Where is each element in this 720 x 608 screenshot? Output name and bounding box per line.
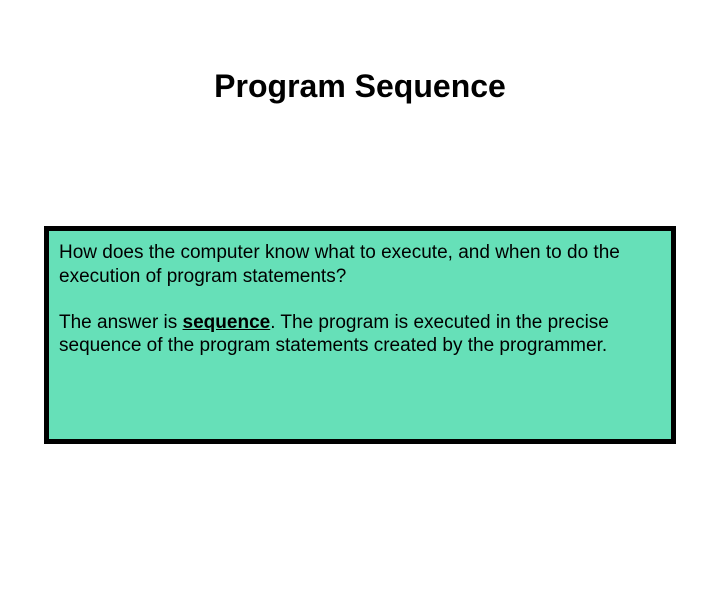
slide-title: Program Sequence [0,68,720,105]
answer-text-part1: The answer is [59,312,183,333]
question-paragraph: How does the computer know what to execu… [59,241,661,289]
content-box: How does the computer know what to execu… [44,226,676,444]
answer-keyword: sequence [183,312,271,333]
answer-paragraph: The answer is sequence. The program is e… [59,311,661,359]
